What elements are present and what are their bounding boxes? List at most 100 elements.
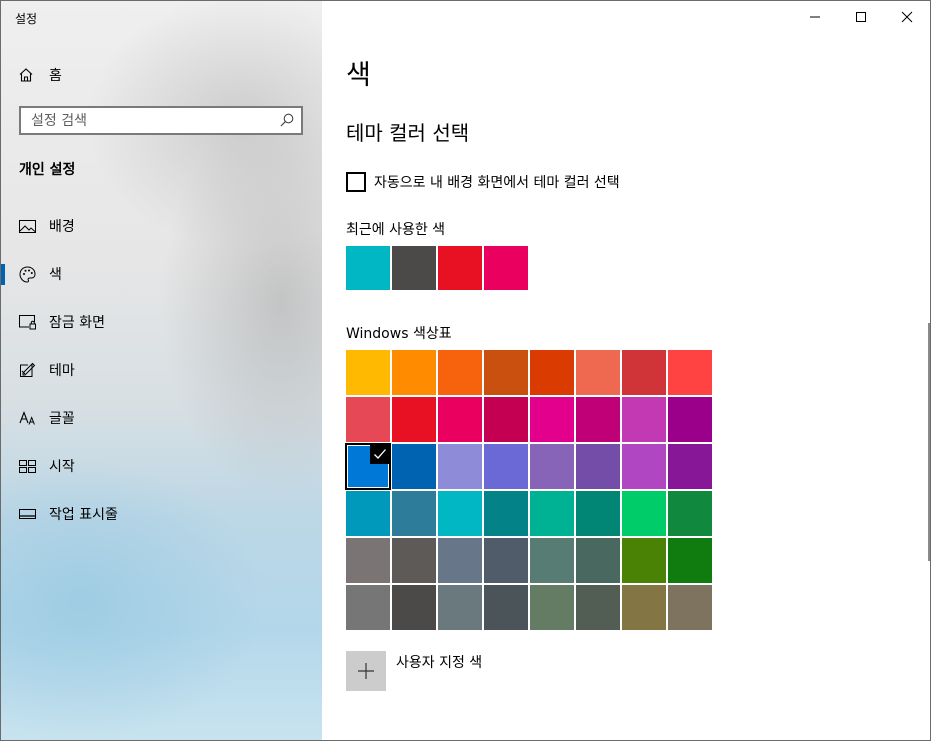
minimize-button[interactable] (792, 1, 838, 33)
minimize-icon (810, 16, 820, 18)
sidebar-item-label: 시작 (49, 459, 75, 475)
palette-swatch[interactable] (346, 538, 390, 583)
palette-swatch[interactable] (484, 585, 528, 630)
palette-swatch[interactable] (530, 350, 574, 395)
sidebar-item-label: 잠금 화면 (49, 315, 105, 331)
palette-swatch[interactable] (346, 585, 390, 630)
palette-swatch[interactable] (438, 491, 482, 536)
sidebar-item-theme[interactable]: 테마 (1, 355, 322, 385)
palette-swatch[interactable] (622, 538, 666, 583)
scrollbar[interactable] (928, 323, 930, 561)
checkmark-icon (370, 444, 390, 464)
sidebar: 설정 홈 개인 설정 배경 색 (1, 1, 322, 740)
search-input[interactable] (21, 108, 271, 133)
palette-swatch[interactable] (576, 585, 620, 630)
palette-swatch[interactable] (622, 444, 666, 489)
palette-swatch[interactable] (622, 585, 666, 630)
palette-swatch[interactable] (530, 491, 574, 536)
palette-swatch[interactable] (438, 350, 482, 395)
sidebar-item-taskbar[interactable]: 작업 표시줄 (1, 499, 322, 529)
recent-color-swatch[interactable] (438, 246, 482, 290)
image-icon (18, 217, 36, 235)
palette-swatch[interactable] (622, 491, 666, 536)
palette-swatch[interactable] (576, 444, 620, 489)
palette-swatch-selected[interactable] (345, 443, 391, 490)
palette-swatch[interactable] (438, 444, 482, 489)
sidebar-item-start[interactable]: 시작 (1, 451, 322, 481)
auto-pick-checkbox[interactable] (346, 172, 366, 192)
sidebar-item-label: 글꼴 (49, 411, 75, 427)
palette-swatch[interactable] (668, 585, 712, 630)
palette-swatch[interactable] (668, 397, 712, 442)
palette-swatch[interactable] (346, 491, 390, 536)
plus-icon (358, 663, 374, 679)
palette-swatch[interactable] (668, 350, 712, 395)
palette-swatch[interactable] (484, 538, 528, 583)
palette-swatch[interactable] (392, 491, 436, 536)
palette-swatch[interactable] (484, 444, 528, 489)
recent-color-swatch[interactable] (392, 246, 436, 290)
close-button[interactable] (884, 1, 930, 33)
palette-swatch[interactable] (438, 397, 482, 442)
palette-swatch[interactable] (668, 491, 712, 536)
recent-colors-label: 최근에 사용한 색 (346, 222, 446, 238)
palette-swatch[interactable] (668, 538, 712, 583)
palette-swatch[interactable] (530, 397, 574, 442)
palette-swatch[interactable] (392, 585, 436, 630)
palette-swatch[interactable] (530, 444, 574, 489)
sidebar-item-font[interactable]: 글꼴 (1, 403, 322, 433)
custom-color-button[interactable] (346, 651, 386, 691)
custom-color-row[interactable]: 사용자 지정 색 (346, 651, 482, 691)
section-subtitle: 테마 컬러 선택 (346, 121, 470, 145)
caption-buttons (792, 1, 930, 33)
sidebar-item-label: 작업 표시줄 (49, 507, 118, 523)
start-icon (18, 457, 36, 475)
app-title: 설정 (15, 12, 38, 26)
search-icon[interactable] (279, 112, 295, 128)
sidebar-item-background[interactable]: 배경 (1, 211, 322, 241)
palette-swatch[interactable] (392, 538, 436, 583)
palette-swatch[interactable] (576, 350, 620, 395)
palette-swatch[interactable] (484, 491, 528, 536)
main-content: 색 테마 컬러 선택 자동으로 내 배경 화면에서 테마 컬러 선택 최근에 사… (322, 1, 930, 740)
font-icon (18, 409, 36, 427)
theme-icon (18, 361, 36, 379)
sidebar-item-label: 색 (49, 267, 62, 283)
palette-swatch[interactable] (668, 444, 712, 489)
palette-swatch[interactable] (530, 538, 574, 583)
palette-swatch[interactable] (392, 350, 436, 395)
palette-swatch[interactable] (576, 397, 620, 442)
sidebar-item-label: 테마 (49, 363, 75, 379)
palette-swatch[interactable] (438, 538, 482, 583)
sidebar-item-color[interactable]: 색 (1, 259, 322, 289)
home-icon (17, 66, 35, 84)
palette-swatch[interactable] (530, 585, 574, 630)
maximize-button[interactable] (838, 1, 884, 33)
palette-swatch[interactable] (576, 538, 620, 583)
palette-icon (18, 265, 36, 283)
palette-swatch[interactable] (484, 350, 528, 395)
recent-color-swatch[interactable] (346, 246, 390, 290)
sidebar-item-lock-screen[interactable]: 잠금 화면 (1, 307, 322, 337)
taskbar-icon (18, 505, 36, 523)
palette-swatch[interactable] (438, 585, 482, 630)
search-box[interactable] (19, 106, 303, 135)
nav-home[interactable]: 홈 (17, 63, 62, 87)
maximize-icon (856, 12, 866, 22)
close-icon (901, 11, 913, 23)
palette-swatch[interactable] (484, 397, 528, 442)
section-title: 개인 설정 (19, 162, 76, 178)
palette-swatch[interactable] (346, 397, 390, 442)
palette-swatch[interactable] (392, 444, 436, 489)
auto-pick-row[interactable]: 자동으로 내 배경 화면에서 테마 컬러 선택 (346, 171, 620, 193)
palette-swatch[interactable] (576, 491, 620, 536)
lock-screen-icon (18, 313, 36, 331)
palette-swatch[interactable] (622, 350, 666, 395)
palette-swatch[interactable] (346, 350, 390, 395)
palette-swatch[interactable] (392, 397, 436, 442)
settings-window: 설정 홈 개인 설정 배경 색 (0, 0, 931, 741)
page-title: 색 (346, 60, 371, 91)
palette-swatch[interactable] (622, 397, 666, 442)
auto-pick-label: 자동으로 내 배경 화면에서 테마 컬러 선택 (374, 175, 620, 191)
recent-color-swatch[interactable] (484, 246, 528, 290)
